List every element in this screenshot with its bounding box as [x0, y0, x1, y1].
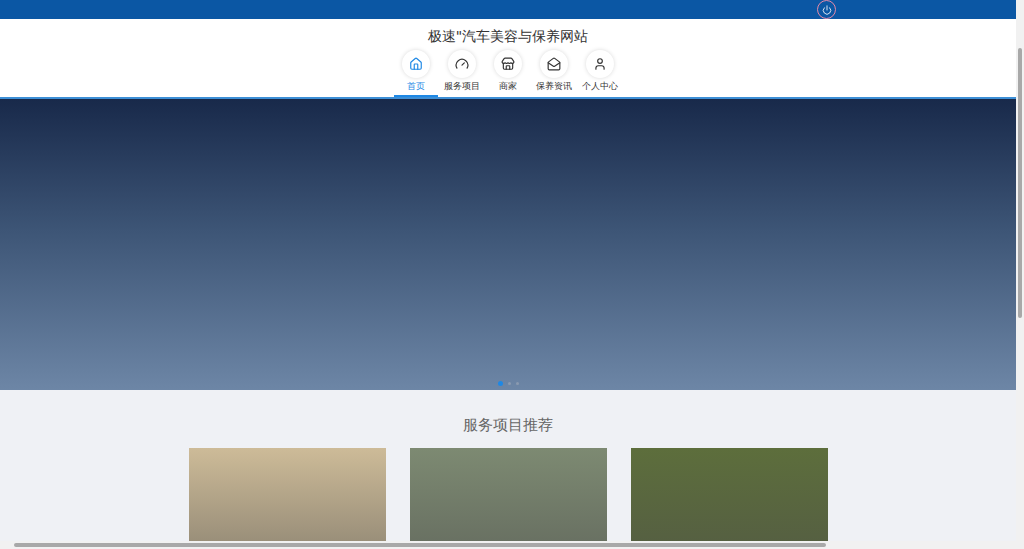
home-icon [409, 57, 423, 71]
nav-label: 商家 [499, 80, 517, 93]
hero-carousel[interactable] [0, 99, 1016, 390]
store-icon [501, 57, 515, 71]
user-icon [593, 57, 607, 71]
site-title: 极速"汽车美容与保养网站 [428, 19, 588, 47]
nav-icon-circle [448, 50, 476, 78]
scroll-thumb[interactable] [14, 543, 826, 547]
nav-item[interactable]: 首页 [394, 50, 438, 97]
recommend-section: 服务项目推荐 [0, 390, 1016, 541]
carousel-dot[interactable] [516, 382, 519, 385]
logout-button[interactable] [817, 0, 836, 19]
service-card[interactable] [410, 448, 607, 541]
nav-bar: 首页 服务项目 商家 保养资讯个人中心 [394, 50, 622, 97]
gauge-icon [455, 57, 469, 71]
nav-icon-circle [540, 50, 568, 78]
browser-frame: 极速"汽车美容与保养网站首页 服务项目 商家 保养资讯个人中心服务项目推荐 [0, 0, 1024, 549]
nav-item[interactable]: 商家 [486, 50, 530, 97]
nav-label: 个人中心 [582, 80, 618, 93]
card-list [189, 448, 828, 541]
mail-icon [547, 57, 561, 71]
service-card[interactable] [189, 448, 386, 541]
scroll-thumb[interactable] [1018, 48, 1022, 318]
nav-item[interactable]: 个人中心 [578, 50, 622, 97]
nav-item[interactable]: 保养资讯 [532, 50, 576, 97]
carousel-dot[interactable] [508, 382, 511, 385]
vertical-scrollbar[interactable] [1016, 0, 1024, 541]
horizontal-scrollbar[interactable] [0, 541, 1016, 549]
top-bar [0, 0, 1016, 19]
scrollbar-corner [1016, 541, 1024, 549]
nav-label: 服务项目 [444, 80, 480, 93]
nav-label: 首页 [407, 80, 425, 93]
nav-icon-circle [586, 50, 614, 78]
nav-label: 保养资讯 [536, 80, 572, 93]
carousel-dots [498, 381, 519, 386]
nav-icon-circle [402, 50, 430, 78]
service-card[interactable] [631, 448, 828, 541]
header: 极速"汽车美容与保养网站首页 服务项目 商家 保养资讯个人中心 [0, 19, 1016, 99]
page: 极速"汽车美容与保养网站首页 服务项目 商家 保养资讯个人中心服务项目推荐 [0, 0, 1016, 541]
nav-icon-circle [494, 50, 522, 78]
carousel-dot[interactable] [498, 381, 503, 386]
section-title: 服务项目推荐 [463, 415, 553, 435]
power-icon [822, 5, 832, 15]
nav-item[interactable]: 服务项目 [440, 50, 484, 97]
